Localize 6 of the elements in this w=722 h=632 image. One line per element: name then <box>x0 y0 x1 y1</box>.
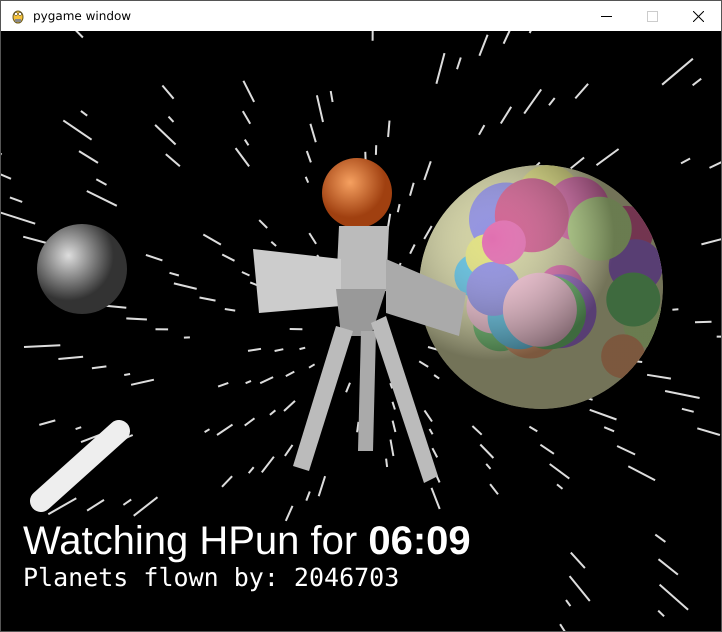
watching-time-text: Watching HPun for 06:09 <box>23 518 471 564</box>
window-title: pygame window <box>33 9 132 23</box>
maximize-icon <box>646 10 658 22</box>
planets-flown-counter: Planets flown by: 2046703 <box>23 564 400 592</box>
snake-app-icon <box>10 8 26 24</box>
close-icon <box>692 10 704 22</box>
